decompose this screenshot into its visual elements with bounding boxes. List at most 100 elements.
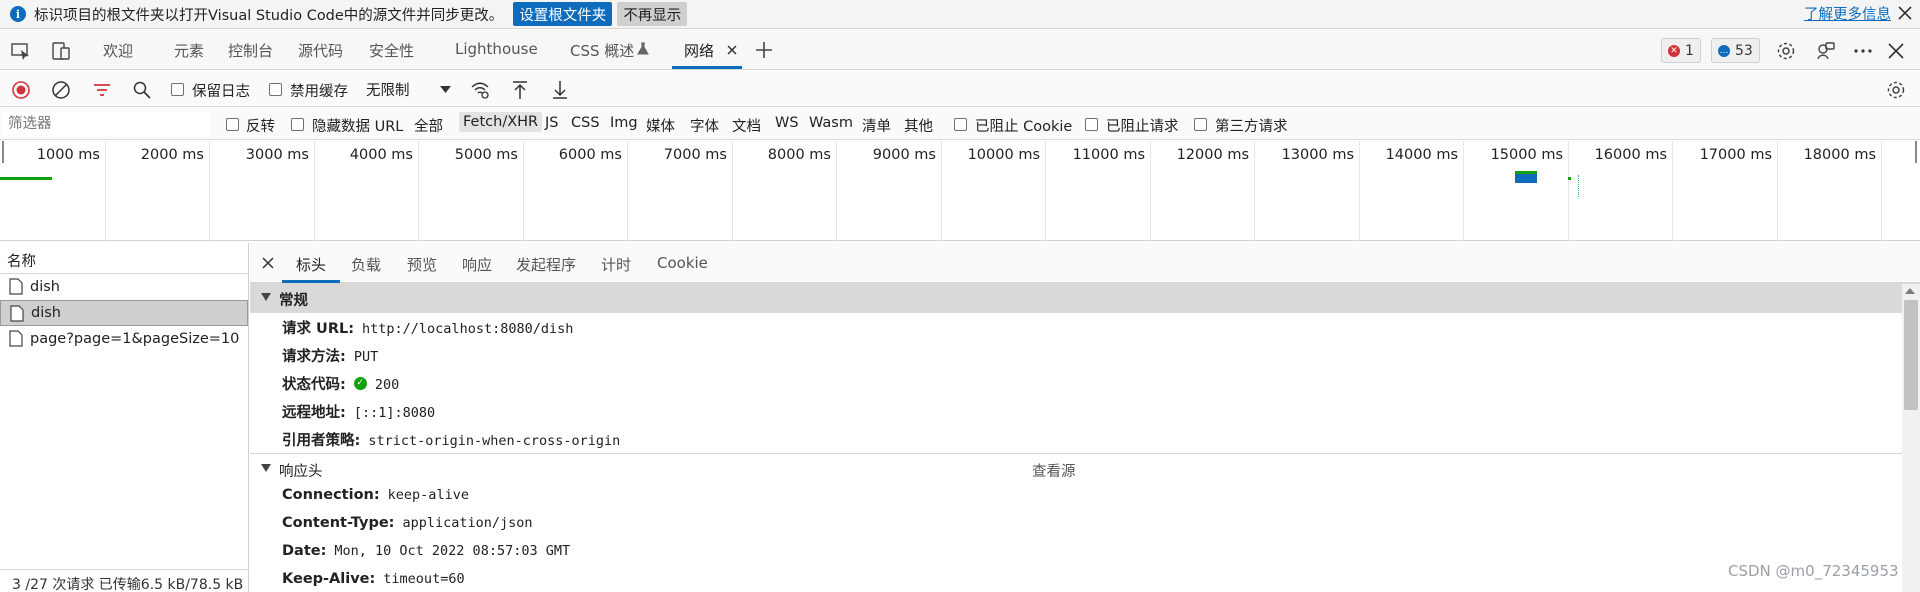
info-bar: i 标识项目的根文件夹以打开Visual Studio Code中的源文件并同步…	[0, 0, 1920, 29]
timeline-tick-label: 13000 ms	[1281, 147, 1354, 163]
request-row[interactable]: page?page=1&pageSize=10	[0, 326, 248, 352]
filter-icon[interactable]	[91, 79, 113, 101]
tab-headers[interactable]: 标头	[296, 254, 326, 275]
tab-security[interactable]: 安全性	[369, 40, 414, 61]
throttling-select[interactable]: 无限制	[366, 77, 456, 101]
timeline-handle[interactable]	[2, 141, 4, 163]
issues-count: 53	[1735, 42, 1753, 59]
header-row: 状态代码: ✓ 200	[250, 369, 1920, 397]
response-headers-section-header[interactable]: 响应头 查看源	[250, 453, 1920, 483]
details-tab-bar: 标头 负载 预览 响应 发起程序 计时 Cookie	[250, 243, 1920, 283]
dont-show-again-button[interactable]: 不再显示	[617, 2, 688, 26]
header-key: Date:	[282, 543, 327, 559]
tab-response[interactable]: 响应	[462, 254, 492, 275]
hide-data-urls-checkbox[interactable]	[291, 118, 304, 131]
general-section-header[interactable]: 常规	[250, 283, 1920, 313]
filter-type-all[interactable]: 全部	[414, 115, 443, 136]
network-settings-icon[interactable]	[1885, 79, 1907, 101]
filter-type-ws[interactable]: WS	[775, 115, 799, 131]
preserve-log-label: 保留日志	[192, 84, 250, 100]
active-tab-indicator	[672, 66, 742, 69]
inspect-element-icon[interactable]	[10, 40, 32, 62]
tab-preview[interactable]: 预览	[407, 254, 437, 275]
filter-input[interactable]	[2, 112, 210, 136]
timeline-tick-label: 8000 ms	[767, 147, 831, 163]
filter-type-img[interactable]: Img	[610, 115, 638, 131]
set-root-folder-button[interactable]: 设置根文件夹	[513, 2, 613, 26]
request-row[interactable]: dish	[0, 274, 248, 300]
tab-initiator[interactable]: 发起程序	[516, 254, 576, 275]
scroll-up-arrow-icon[interactable]	[1905, 288, 1915, 294]
filter-type-media[interactable]: 媒体	[646, 115, 675, 136]
customize-icon[interactable]	[1815, 40, 1837, 62]
header-key: 远程地址:	[282, 405, 346, 421]
timeline-grid-line	[1881, 141, 1882, 241]
more-options-icon[interactable]	[1852, 40, 1874, 62]
header-value: application/json	[402, 515, 533, 531]
scrollbar-thumb[interactable]	[1904, 300, 1918, 410]
tab-lighthouse[interactable]: Lighthouse	[455, 40, 538, 58]
request-name: page?page=1&pageSize=10	[30, 331, 240, 347]
filter-type-font[interactable]: 字体	[690, 115, 719, 136]
timeline-tick-label: 17000 ms	[1699, 147, 1772, 163]
tab-sources[interactable]: 源代码	[298, 40, 343, 61]
tab-console[interactable]: 控制台	[228, 40, 273, 61]
tab-payload[interactable]: 负载	[351, 254, 381, 275]
filter-type-js[interactable]: JS	[545, 115, 558, 131]
tab-css-overview[interactable]: CSS 概述	[570, 40, 634, 61]
blocked-cookies-checkbox[interactable]	[954, 118, 967, 131]
timeline-tick-label: 2000 ms	[140, 147, 204, 163]
header-key: Content-Type:	[282, 515, 395, 531]
close-icon[interactable]	[1896, 4, 1914, 22]
flask-icon	[637, 42, 649, 55]
tab-network[interactable]: 网络	[684, 40, 714, 61]
preserve-log-checkbox[interactable]	[171, 83, 184, 96]
upload-icon[interactable]	[509, 79, 531, 101]
third-party-checkbox[interactable]	[1194, 118, 1207, 131]
blocked-requests-checkbox[interactable]	[1085, 118, 1098, 131]
learn-more-link[interactable]: 了解更多信息	[1804, 3, 1891, 24]
download-icon[interactable]	[549, 79, 571, 101]
timeline-handle[interactable]	[1915, 141, 1917, 163]
header-key: 请求方法:	[282, 349, 346, 365]
close-details-icon[interactable]	[260, 255, 276, 271]
tab-elements[interactable]: 元素	[174, 40, 204, 61]
tab-welcome[interactable]: 欢迎	[103, 40, 133, 61]
network-overview[interactable]: 1000 ms 2000 ms 3000 ms 4000 ms 5000 ms 6000 …	[0, 141, 1920, 241]
device-emulation-icon[interactable]	[50, 40, 72, 62]
info-icon: i	[10, 6, 26, 22]
filter-type-doc[interactable]: 文档	[732, 115, 761, 136]
network-conditions-icon[interactable]	[469, 79, 491, 101]
filter-type-fetch-xhr[interactable]: Fetch/XHR	[459, 112, 543, 132]
request-row-selected[interactable]: dish	[0, 300, 248, 326]
errors-badge[interactable]: ✕ 1	[1661, 38, 1701, 63]
filter-type-other[interactable]: 其他	[904, 115, 933, 136]
file-icon	[10, 305, 24, 322]
invert-checkbox[interactable]	[226, 118, 239, 131]
gear-icon[interactable]	[1775, 40, 1797, 62]
clear-icon[interactable]	[50, 79, 72, 101]
filter-bar: 反转 隐藏数据 URL 全部 Fetch/XHR JS CSS Img 媒体 字…	[0, 108, 1920, 140]
timeline-bar	[1515, 171, 1537, 183]
record-icon[interactable]	[10, 79, 32, 101]
view-source-link[interactable]: 查看源	[1032, 460, 1076, 481]
filter-type-wasm[interactable]: Wasm	[809, 115, 853, 131]
timeline-bar	[1578, 175, 1579, 197]
filter-type-css[interactable]: CSS	[571, 115, 600, 131]
search-icon[interactable]	[131, 79, 153, 101]
issues-badge[interactable]: … 53	[1711, 38, 1760, 63]
name-column-header[interactable]: 名称	[0, 243, 248, 274]
tab-timing[interactable]: 计时	[601, 254, 631, 275]
timeline-tick-label: 16000 ms	[1594, 147, 1667, 163]
timeline-tick-label: 10000 ms	[967, 147, 1040, 163]
tab-cookies[interactable]: Cookie	[657, 254, 708, 272]
filter-type-manifest[interactable]: 清单	[862, 115, 891, 136]
caret-down-icon	[261, 464, 271, 472]
header-row: Content-Type: application/json	[250, 511, 1920, 539]
disable-cache-checkbox[interactable]	[269, 83, 282, 96]
timeline-tick-label: 1000 ms	[36, 147, 100, 163]
add-tab-icon[interactable]	[754, 40, 774, 60]
invert-label: 反转	[246, 119, 275, 135]
close-tab-icon[interactable]	[726, 44, 738, 56]
close-devtools-icon[interactable]	[1885, 40, 1907, 62]
